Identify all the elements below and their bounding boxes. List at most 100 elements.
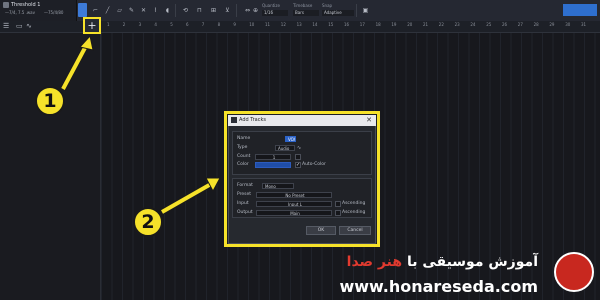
type-label: Type	[237, 145, 248, 150]
ruler-mark: 12	[280, 22, 286, 27]
input-label: Input	[237, 201, 249, 206]
ruler-mark: 3	[138, 22, 142, 27]
output-ascending-label: Ascending	[342, 210, 366, 215]
input-ascending-label: Ascending	[342, 201, 366, 206]
add-track-button[interactable]: +	[83, 17, 101, 34]
ruler-mark: 20	[407, 22, 413, 27]
auto-color-checkbox[interactable]: ✓	[295, 162, 301, 168]
mute-tool-icon[interactable]: ✕	[140, 7, 147, 14]
dialog-title: Add Tracks	[239, 117, 266, 123]
automation-icon[interactable]: ∿	[26, 22, 32, 31]
preset-label: Preset	[237, 192, 252, 197]
ok-button[interactable]: OK	[306, 226, 336, 235]
ruler-mark: 15	[328, 22, 334, 27]
ruler-mark: 30	[565, 22, 571, 27]
eraser-tool-icon[interactable]: ▱	[116, 7, 123, 14]
quantize-label: Quantize	[262, 3, 280, 8]
ruler-mark: 9	[233, 22, 236, 27]
ruler-mark: 13	[296, 22, 302, 27]
ruler-mark: 18	[375, 22, 381, 27]
count-stepper[interactable]	[295, 154, 301, 160]
auto-color-label: Auto-Color	[302, 162, 326, 167]
ruler-mark: 7	[201, 22, 205, 27]
loop-icon[interactable]: ⟲	[182, 7, 189, 14]
color-label: Color	[237, 162, 249, 167]
ruler-mark: 5	[170, 22, 173, 27]
snap-icon[interactable]: ⊓	[196, 7, 203, 14]
callout-number-2: 2	[133, 207, 163, 237]
callout-number-1: 1	[35, 86, 65, 116]
project-subtitle: —7/4, 7.5 .wav	[5, 10, 35, 15]
ruler-mark: 19	[391, 22, 397, 27]
ruler-mark: 24	[470, 22, 476, 27]
close-icon[interactable]: ✕	[364, 115, 374, 125]
split-tool-icon[interactable]: ╱	[104, 7, 111, 14]
watermark-title-text: آموزش موسیقی با	[406, 254, 538, 270]
quantize-select[interactable]: 1/16	[262, 10, 288, 16]
timebase-label: Timebase	[293, 3, 313, 8]
toolbar-divider	[236, 4, 237, 17]
dialog-app-icon	[231, 117, 237, 123]
ruler-mark: 26	[502, 22, 508, 27]
watermark-title: آموزش موسیقی با هنر صدا	[347, 254, 538, 270]
ruler-mark: 27	[517, 22, 523, 27]
ruler-mark: 11	[265, 22, 271, 27]
name-field[interactable]: VOX	[285, 136, 296, 142]
track-view-icon[interactable]: ▭	[16, 22, 23, 31]
ruler-mark: 25	[486, 22, 492, 27]
name-label: Name	[237, 136, 251, 141]
watermark-brand: هنر صدا	[346, 254, 403, 270]
view-toggle-button[interactable]	[563, 4, 597, 16]
ruler-mark: 31	[581, 22, 587, 27]
arrow-tool-icon[interactable]	[78, 3, 87, 17]
panel-toggle-icon[interactable]: ▣	[362, 7, 369, 14]
format-label: Format	[237, 183, 253, 188]
input-select[interactable]: Input L	[256, 201, 332, 207]
toolbar-divider	[175, 4, 176, 17]
range-tool-icon[interactable]: ⌐	[92, 7, 99, 14]
brand-logo	[554, 252, 594, 292]
count-label: Count	[237, 154, 251, 159]
input-ascending-checkbox[interactable]	[335, 201, 341, 207]
output-select[interactable]: Main	[256, 210, 332, 216]
snap-label: Snap	[322, 3, 333, 8]
ruler-mark: 14	[312, 22, 318, 27]
grid-icon[interactable]: ⊞	[210, 7, 217, 14]
ruler-mark: 4	[154, 22, 157, 27]
color-swatch[interactable]	[255, 162, 291, 168]
ruler-mark: 28	[533, 22, 539, 27]
audio-wave-icon: ∿	[297, 145, 302, 151]
ruler-mark: 29	[549, 22, 555, 27]
type-select[interactable]: Audio	[275, 145, 295, 151]
watermark-url: www.honareseda.com	[339, 277, 538, 296]
count-field[interactable]: 1	[255, 154, 291, 160]
format-select[interactable]: Mono	[262, 183, 294, 189]
ruler-mark: 22	[438, 22, 444, 27]
track-settings-section	[232, 131, 372, 175]
snap-select[interactable]: Adaptive	[322, 10, 354, 16]
ruler-mark: 6	[186, 22, 189, 27]
project-tempo: —75/4/80	[44, 10, 64, 15]
ruler-mark: 2	[122, 22, 126, 27]
cancel-button[interactable]: Cancel	[339, 226, 371, 235]
bend-tool-icon[interactable]: ⌇	[152, 7, 159, 14]
ruler-mark: 1	[107, 22, 110, 27]
ruler-mark: 21	[423, 22, 429, 27]
menu-icon[interactable]: ☰	[3, 22, 9, 31]
toolbar-divider	[356, 4, 357, 17]
ruler-mark: 8	[217, 22, 221, 27]
ruler-mark: 17	[359, 22, 365, 27]
paint-tool-icon[interactable]: ✎	[128, 7, 135, 14]
autoscroll-icon[interactable]: ⇔	[244, 7, 251, 14]
ruler-mark: 10	[249, 22, 255, 27]
metronome-icon[interactable]: ⊻	[224, 7, 231, 14]
listen-tool-icon[interactable]: ◖	[164, 7, 171, 14]
zoom-icon[interactable]: ⊕	[252, 7, 259, 14]
output-ascending-checkbox[interactable]	[335, 210, 341, 216]
preset-select[interactable]: No Preset	[256, 192, 332, 198]
ruler-mark: 16	[344, 22, 350, 27]
output-label: Output	[237, 210, 253, 215]
ruler-mark: 23	[454, 22, 460, 27]
timebase-select[interactable]: Bars	[293, 10, 319, 16]
app-menu-icon[interactable]	[3, 2, 9, 8]
